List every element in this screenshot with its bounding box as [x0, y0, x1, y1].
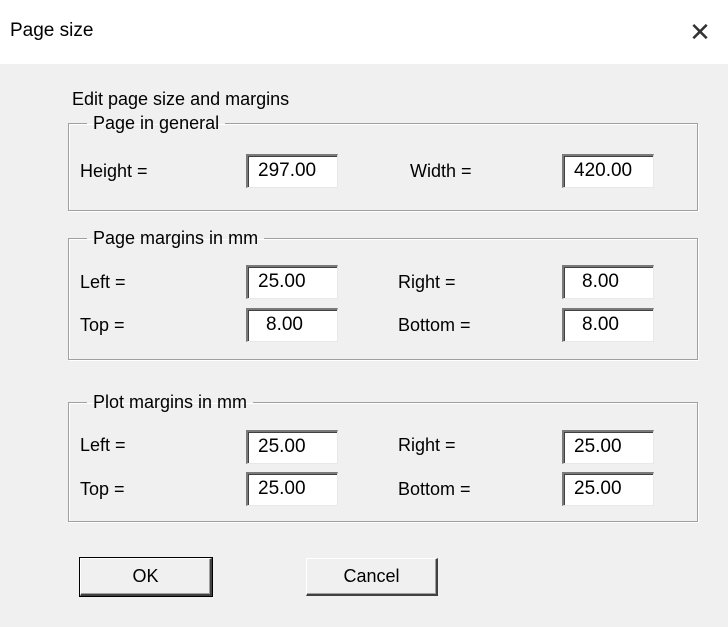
plot-margin-top-input[interactable]: 25.00	[246, 472, 338, 506]
plot-margin-bottom-input[interactable]: 25.00	[562, 472, 654, 506]
group-title-page-margins: Page margins in mm	[93, 228, 259, 248]
plot-margin-left-label: Left =	[80, 435, 126, 455]
group-title-page-in-general: Page in general	[93, 113, 220, 133]
page-margin-left-input[interactable]: 25.00	[246, 265, 338, 299]
title-bar: Page size ✕	[0, 0, 728, 64]
plot-margin-bottom-label: Bottom =	[398, 479, 471, 499]
plot-margin-top-label: Top =	[80, 479, 125, 499]
width-input[interactable]: 420.00	[562, 154, 654, 188]
window-title: Page size	[10, 20, 94, 41]
height-label: Height =	[80, 161, 148, 181]
height-input[interactable]: 297.00	[246, 154, 338, 188]
page-margin-left-label: Left =	[80, 272, 126, 292]
width-label: Width =	[410, 161, 472, 181]
cancel-button[interactable]: Cancel	[306, 558, 438, 596]
page-margin-right-input[interactable]: 8.00	[562, 265, 654, 299]
ok-button[interactable]: OK	[79, 557, 213, 597]
page-margin-bottom-label: Bottom =	[398, 315, 471, 335]
plot-margin-right-label: Right =	[398, 435, 456, 455]
page-margin-top-input[interactable]: 8.00	[246, 308, 338, 342]
page-margin-top-label: Top =	[80, 315, 125, 335]
plot-margin-left-input[interactable]: 25.00	[246, 430, 338, 464]
group-title-plot-margins: Plot margins in mm	[93, 392, 248, 412]
page-margin-bottom-input[interactable]: 8.00	[562, 308, 654, 342]
close-icon: ✕	[689, 16, 711, 47]
dialog-heading: Edit page size and margins	[72, 89, 290, 109]
page-size-dialog: Page size ✕ Edit page size and margins P…	[0, 0, 728, 627]
plot-margin-right-input[interactable]: 25.00	[562, 430, 654, 464]
page-margin-right-label: Right =	[398, 272, 456, 292]
close-button[interactable]: ✕	[680, 12, 720, 52]
